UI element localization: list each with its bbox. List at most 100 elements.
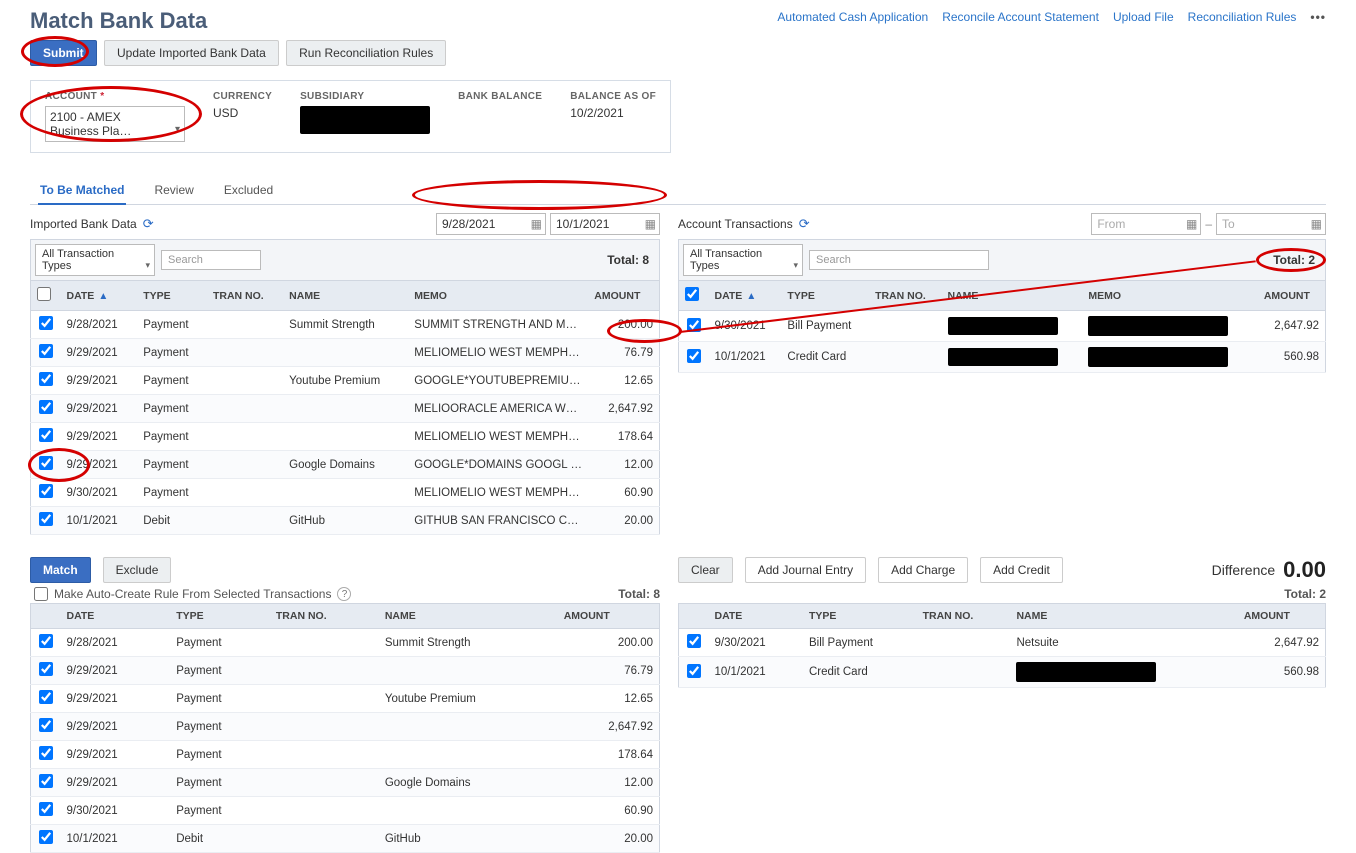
match-button[interactable]: Match: [30, 557, 91, 583]
table-row[interactable]: 9/29/2021 Payment MELIOMELIO WEST MEMPHI…: [31, 339, 660, 367]
calendar-icon[interactable]: ▦: [1311, 217, 1322, 231]
table-row[interactable]: 9/30/2021 Bill Payment Netsuite 2,647.92: [679, 629, 1326, 657]
link-recon-rules[interactable]: Reconciliation Rules: [1188, 10, 1297, 24]
acct-refresh-icon[interactable]: ⟳: [799, 216, 810, 232]
col-date: DATE▲: [61, 281, 138, 311]
cell-amount: 76.79: [558, 657, 660, 685]
calendar-icon[interactable]: ▦: [1186, 217, 1197, 231]
col-memo[interactable]: MEMO: [408, 281, 588, 311]
right-type-filter[interactable]: All Transaction Types: [683, 244, 803, 276]
account-select[interactable]: 2100 - AMEX Business Pla…: [45, 106, 185, 142]
date-to-input[interactable]: 10/1/2021▦: [550, 213, 660, 235]
row-checkbox[interactable]: [39, 634, 53, 648]
col-amount[interactable]: AMOUNT: [588, 281, 659, 311]
col-name[interactable]: NAME: [283, 281, 408, 311]
help-icon[interactable]: ?: [337, 587, 351, 601]
acct-date-from-input[interactable]: From▦: [1091, 213, 1201, 235]
sort-asc-icon[interactable]: ▲: [98, 291, 108, 302]
table-row[interactable]: 9/30/2021 Bill Payment 2,647.92: [679, 311, 1326, 342]
calendar-icon[interactable]: ▦: [645, 217, 656, 231]
sort-asc-icon[interactable]: ▲: [746, 291, 756, 302]
row-checkbox[interactable]: [39, 830, 53, 844]
row-checkbox[interactable]: [39, 512, 53, 526]
more-actions-icon[interactable]: •••: [1310, 10, 1326, 24]
run-rules-button[interactable]: Run Reconciliation Rules: [286, 40, 446, 66]
cell-tran: [270, 713, 379, 741]
row-checkbox[interactable]: [39, 316, 53, 330]
clear-button[interactable]: Clear: [678, 557, 733, 583]
auto-rule-checkbox[interactable]: [34, 587, 48, 601]
table-row[interactable]: 9/29/2021 Payment Google Domains GOOGLE*…: [31, 451, 660, 479]
table-row[interactable]: 9/28/2021 Payment Summit Strength 200.00: [31, 629, 660, 657]
cell-type: Payment: [170, 685, 270, 713]
table-row[interactable]: 9/29/2021 Payment MELIOMELIO WEST MEMPHI…: [31, 423, 660, 451]
row-checkbox[interactable]: [39, 456, 53, 470]
submit-button[interactable]: Submit: [30, 40, 97, 66]
cell-amount: 60.90: [558, 797, 660, 825]
link-reconcile-stmt[interactable]: Reconcile Account Statement: [942, 10, 1099, 24]
row-checkbox[interactable]: [39, 372, 53, 386]
add-credit-button[interactable]: Add Credit: [980, 557, 1063, 583]
acct-date-to-input[interactable]: To▦: [1216, 213, 1326, 235]
row-checkbox[interactable]: [39, 690, 53, 704]
table-row[interactable]: 9/28/2021 Payment Summit Strength SUMMIT…: [31, 311, 660, 339]
row-checkbox[interactable]: [39, 774, 53, 788]
right-total: Total: 2: [1273, 253, 1321, 267]
cell-amount: 200.00: [558, 629, 660, 657]
link-upload-file[interactable]: Upload File: [1113, 10, 1174, 24]
matchzone-left-total: Total: 8: [618, 587, 660, 601]
table-row[interactable]: 9/29/2021 Payment Youtube Premium 12.65: [31, 685, 660, 713]
table-row[interactable]: 9/29/2021 Payment MELIOORACLE AMERICA WE…: [31, 395, 660, 423]
tab-review[interactable]: Review: [152, 177, 195, 204]
table-row[interactable]: 10/1/2021 Credit Card 560.98: [679, 342, 1326, 373]
add-charge-button[interactable]: Add Charge: [878, 557, 968, 583]
table-row[interactable]: 9/29/2021 Payment Youtube Premium GOOGLE…: [31, 367, 660, 395]
row-checkbox[interactable]: [687, 349, 701, 363]
table-row[interactable]: 9/30/2021 Payment 60.90: [31, 797, 660, 825]
calendar-icon[interactable]: ▦: [531, 217, 542, 231]
table-row[interactable]: 9/29/2021 Payment 76.79: [31, 657, 660, 685]
imported-refresh-icon[interactable]: ⟳: [143, 216, 154, 232]
cell-tran: [270, 769, 379, 797]
row-checkbox[interactable]: [39, 802, 53, 816]
link-auto-cash[interactable]: Automated Cash Application: [777, 10, 928, 24]
row-checkbox[interactable]: [39, 662, 53, 676]
tab-to-be-matched[interactable]: To Be Matched: [38, 177, 126, 205]
table-row[interactable]: 9/30/2021 Payment MELIOMELIO WEST MEMPHI…: [31, 479, 660, 507]
exclude-button[interactable]: Exclude: [103, 557, 172, 583]
row-checkbox[interactable]: [39, 484, 53, 498]
left-search-input[interactable]: Search: [161, 250, 261, 270]
update-imported-button[interactable]: Update Imported Bank Data: [104, 40, 279, 66]
table-row[interactable]: 10/1/2021 Credit Card 560.98: [679, 657, 1326, 688]
imported-title: Imported Bank Data: [30, 217, 137, 231]
cell-date: 9/29/2021: [61, 685, 171, 713]
col-memo[interactable]: MEMO: [1082, 281, 1257, 311]
table-row[interactable]: 9/29/2021 Payment Google Domains 12.00: [31, 769, 660, 797]
left-select-all[interactable]: [37, 287, 51, 301]
table-row[interactable]: 9/29/2021 Payment 2,647.92: [31, 713, 660, 741]
col-tran[interactable]: TRAN NO.: [207, 281, 283, 311]
row-checkbox[interactable]: [687, 634, 701, 648]
col-type[interactable]: TYPE: [781, 281, 869, 311]
row-checkbox[interactable]: [39, 428, 53, 442]
row-checkbox[interactable]: [39, 718, 53, 732]
difference-value: 0.00: [1283, 557, 1326, 583]
add-journal-button[interactable]: Add Journal Entry: [745, 557, 866, 583]
date-from-input[interactable]: 9/28/2021▦: [436, 213, 546, 235]
row-checkbox[interactable]: [39, 400, 53, 414]
table-row[interactable]: 9/29/2021 Payment 178.64: [31, 741, 660, 769]
col-amount[interactable]: AMOUNT: [1258, 281, 1326, 311]
tab-excluded[interactable]: Excluded: [222, 177, 275, 204]
right-select-all[interactable]: [685, 287, 699, 301]
row-checkbox[interactable]: [39, 746, 53, 760]
table-row[interactable]: 10/1/2021 Debit GitHub GITHUB SAN FRANCI…: [31, 507, 660, 535]
cell-memo: MELIOORACLE AMERICA WEST MEMP…: [408, 395, 588, 423]
col-type[interactable]: TYPE: [137, 281, 207, 311]
row-checkbox[interactable]: [687, 664, 701, 678]
cell-type: Payment: [137, 367, 207, 395]
cell-date: 10/1/2021: [709, 342, 782, 373]
table-row[interactable]: 10/1/2021 Debit GitHub 20.00: [31, 825, 660, 853]
row-checkbox[interactable]: [39, 344, 53, 358]
right-search-input[interactable]: Search: [809, 250, 989, 270]
left-type-filter[interactable]: All Transaction Types: [35, 244, 155, 276]
